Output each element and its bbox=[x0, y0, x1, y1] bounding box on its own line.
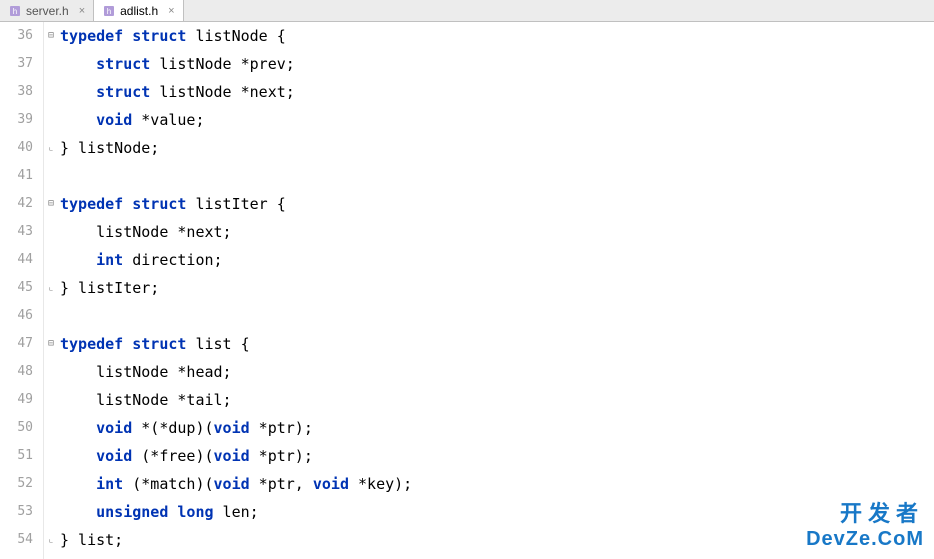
code-line[interactable]: listNode *tail; bbox=[60, 386, 934, 414]
code-line[interactable] bbox=[60, 162, 934, 190]
fold-marker[interactable]: ⌞ bbox=[44, 134, 58, 162]
code-line[interactable]: typedef struct listNode { bbox=[60, 22, 934, 50]
line-number: 53 bbox=[0, 498, 33, 526]
line-number: 54 bbox=[0, 526, 33, 554]
line-number: 38 bbox=[0, 78, 33, 106]
code-line[interactable]: unsigned long len; bbox=[60, 498, 934, 526]
fold-marker bbox=[44, 442, 58, 470]
c-header-file-icon: h bbox=[102, 4, 116, 18]
fold-marker[interactable]: ⌞ bbox=[44, 274, 58, 302]
line-number: 47 bbox=[0, 330, 33, 358]
line-number: 50 bbox=[0, 414, 33, 442]
line-number: 44 bbox=[0, 246, 33, 274]
svg-text:h: h bbox=[13, 7, 17, 16]
fold-marker[interactable]: ⌞ bbox=[44, 526, 58, 554]
line-number: 36 bbox=[0, 22, 33, 50]
fold-marker bbox=[44, 78, 58, 106]
code-line[interactable]: listNode *head; bbox=[60, 358, 934, 386]
code-line[interactable]: void *value; bbox=[60, 106, 934, 134]
line-number: 39 bbox=[0, 106, 33, 134]
fold-marker bbox=[44, 386, 58, 414]
fold-marker bbox=[44, 246, 58, 274]
line-number: 37 bbox=[0, 50, 33, 78]
tab-adlist-h[interactable]: h adlist.h × bbox=[94, 0, 183, 21]
code-line[interactable]: void *(*dup)(void *ptr); bbox=[60, 414, 934, 442]
code-line[interactable] bbox=[60, 302, 934, 330]
line-number: 42 bbox=[0, 190, 33, 218]
line-number-gutter: 36373839404142434445464748495051525354 bbox=[0, 22, 44, 559]
tab-server-h[interactable]: h server.h × bbox=[0, 0, 94, 21]
svg-text:h: h bbox=[107, 7, 111, 16]
close-icon[interactable]: × bbox=[79, 5, 85, 17]
code-line[interactable]: } listNode; bbox=[60, 134, 934, 162]
tab-bar: h server.h × h adlist.h × bbox=[0, 0, 934, 22]
line-number: 52 bbox=[0, 470, 33, 498]
editor-area: 36373839404142434445464748495051525354 ⊟… bbox=[0, 22, 934, 559]
fold-marker[interactable]: ⊟ bbox=[44, 330, 58, 358]
code-line[interactable]: int (*match)(void *ptr, void *key); bbox=[60, 470, 934, 498]
line-number: 40 bbox=[0, 134, 33, 162]
code-line[interactable]: listNode *next; bbox=[60, 218, 934, 246]
tab-label: server.h bbox=[26, 4, 69, 18]
fold-marker bbox=[44, 162, 58, 190]
code-line[interactable]: } listIter; bbox=[60, 274, 934, 302]
fold-marker bbox=[44, 50, 58, 78]
close-icon[interactable]: × bbox=[168, 5, 174, 17]
line-number: 41 bbox=[0, 162, 33, 190]
code-line[interactable]: typedef struct list { bbox=[60, 330, 934, 358]
fold-marker bbox=[44, 414, 58, 442]
fold-marker bbox=[44, 498, 58, 526]
line-number: 51 bbox=[0, 442, 33, 470]
fold-marker[interactable]: ⊟ bbox=[44, 190, 58, 218]
line-number: 49 bbox=[0, 386, 33, 414]
line-number: 46 bbox=[0, 302, 33, 330]
line-number: 45 bbox=[0, 274, 33, 302]
c-header-file-icon: h bbox=[8, 4, 22, 18]
fold-marker bbox=[44, 302, 58, 330]
line-number: 48 bbox=[0, 358, 33, 386]
fold-marker bbox=[44, 358, 58, 386]
code-line[interactable]: struct listNode *prev; bbox=[60, 50, 934, 78]
code-content[interactable]: typedef struct listNode { struct listNod… bbox=[58, 22, 934, 559]
code-line[interactable]: typedef struct listIter { bbox=[60, 190, 934, 218]
code-line[interactable]: } list; bbox=[60, 526, 934, 554]
fold-marker bbox=[44, 218, 58, 246]
line-number: 43 bbox=[0, 218, 33, 246]
fold-gutter: ⊟ ⌞ ⊟ ⌞ ⊟ ⌞ bbox=[44, 22, 58, 559]
code-line[interactable]: void (*free)(void *ptr); bbox=[60, 442, 934, 470]
tab-label: adlist.h bbox=[120, 4, 158, 18]
fold-marker bbox=[44, 470, 58, 498]
code-line[interactable]: int direction; bbox=[60, 246, 934, 274]
code-line[interactable]: struct listNode *next; bbox=[60, 78, 934, 106]
fold-marker bbox=[44, 106, 58, 134]
fold-marker[interactable]: ⊟ bbox=[44, 22, 58, 50]
